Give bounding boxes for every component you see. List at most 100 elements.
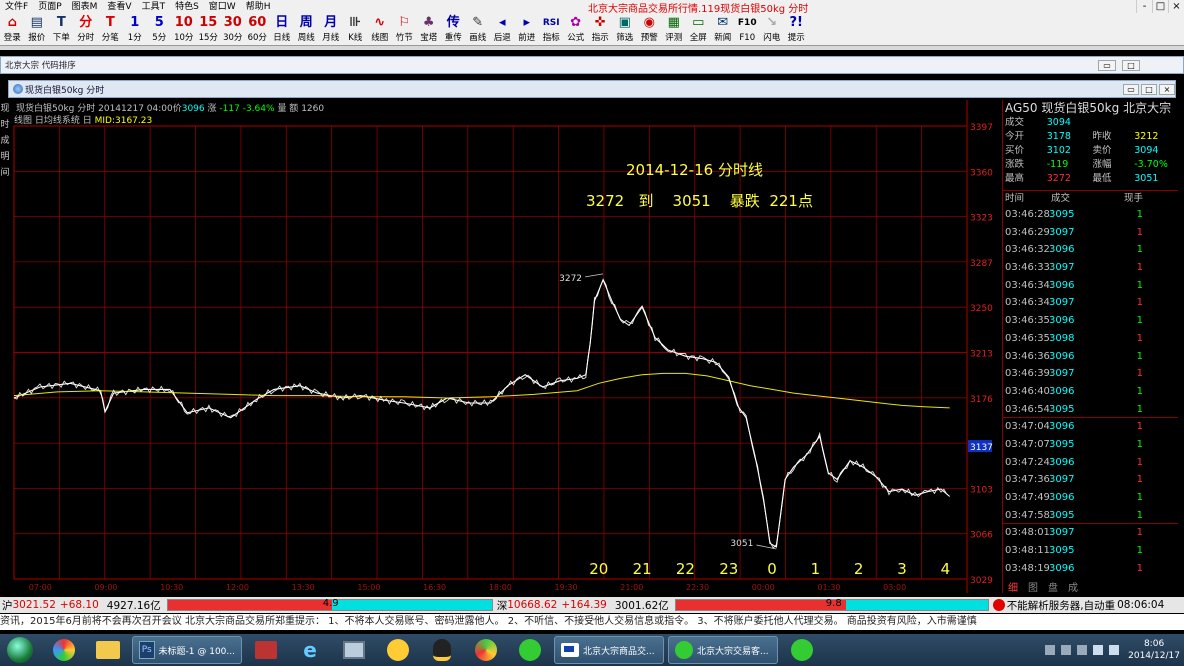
menu-view[interactable]: 查看V (102, 0, 136, 14)
menu-help[interactable]: 帮助H (241, 0, 276, 14)
toolbar-button-9[interactable]: 30 30分 (221, 14, 246, 46)
menu-tools[interactable]: 工具T (137, 0, 171, 14)
close-button[interactable]: × (1168, 0, 1184, 13)
inner-minimize-button[interactable]: ▭ (1123, 84, 1139, 95)
tick-row[interactable]: 03:47:24 3096 1 (1003, 454, 1178, 472)
toolbar-button-19[interactable]: ✎ 画线 (466, 14, 491, 46)
clock[interactable]: 8:06 2014/12/17 (1128, 638, 1180, 662)
toolbar-button-26[interactable]: ◉ 预警 (637, 14, 662, 46)
taskbar-app-video[interactable] (246, 636, 286, 664)
maximize-button[interactable]: □ (1152, 0, 1168, 13)
taskbar-app-ftp[interactable] (378, 636, 418, 664)
tick-row[interactable]: 03:47:04 3096 1 (1003, 418, 1178, 436)
tick-row[interactable]: 03:47:49 3096 1 (1003, 489, 1178, 507)
menu-special[interactable]: 特色S (170, 0, 204, 14)
toolbar-button-8[interactable]: 15 15分 (196, 14, 221, 46)
taskbar-app-green[interactable] (510, 636, 550, 664)
menu-chart[interactable]: 图表M (67, 0, 103, 14)
taskbar-window-bjdz[interactable]: 北京大宗商品交... (554, 636, 664, 664)
toolbar-button-30[interactable]: F10 F10 (735, 14, 760, 46)
tick-row[interactable]: 03:46:39 3097 1 (1003, 365, 1178, 383)
taskbar-app-360[interactable] (466, 636, 506, 664)
menu-window[interactable]: 窗口W (204, 0, 241, 14)
toolbar-button-1[interactable]: ▤ 报价 (25, 14, 50, 46)
toolbar-button-23[interactable]: ✿ 公式 (564, 14, 589, 46)
tray-icon[interactable] (1045, 645, 1056, 655)
left-tab[interactable]: 明 (0, 150, 10, 164)
tab-chart[interactable]: 图 (1023, 579, 1043, 594)
taskbar-app-colorful[interactable] (44, 636, 84, 664)
toolbar-button-28[interactable]: ▭ 全屏 (686, 14, 711, 46)
tick-row[interactable]: 03:46:34 3096 1 (1003, 277, 1178, 295)
toolbar-button-17[interactable]: ♣ 宝塔 (417, 14, 442, 46)
toolbar-button-10[interactable]: 60 60分 (245, 14, 270, 46)
minimize-button[interactable]: - (1136, 0, 1152, 13)
tick-row[interactable]: 03:47:58 3095 1 (1003, 507, 1178, 525)
tick-row[interactable]: 03:46:54 3095 1 (1003, 401, 1178, 419)
tick-row[interactable]: 03:48:11 3095 1 (1003, 542, 1178, 560)
left-tab[interactable]: 时 (0, 118, 10, 132)
menu-page[interactable]: 页面P (33, 0, 66, 14)
tick-row[interactable]: 03:46:40 3096 1 (1003, 383, 1178, 401)
toolbar-button-11[interactable]: 日日线 (270, 14, 295, 46)
outer-restore-button[interactable]: □ (1122, 60, 1140, 71)
toolbar-button-32[interactable]: ?! 提示 (784, 14, 809, 46)
tick-row[interactable]: 03:46:35 3096 1 (1003, 312, 1178, 330)
toolbar-button-6[interactable]: 5 5分 (147, 14, 172, 46)
intraday-chart[interactable]: 3397336033233287325032133176313931033066… (12, 100, 1002, 593)
speaker-icon[interactable] (1093, 645, 1104, 655)
tick-row[interactable]: 03:47:07 3095 1 (1003, 436, 1178, 454)
toolbar-button-5[interactable]: 1 1分 (123, 14, 148, 46)
taskbar-window-client[interactable]: 北京大宗交易客... (668, 636, 778, 664)
toolbar-button-31[interactable]: ↘ 闪电 (760, 14, 785, 46)
toolbar-button-16[interactable]: ⚐ 竹节 (392, 14, 417, 46)
left-tab[interactable]: 成 (0, 134, 10, 148)
menu-file[interactable]: 文件F (0, 0, 33, 14)
toolbar-button-12[interactable]: 周周线 (294, 14, 319, 46)
toolbar-button-3[interactable]: 分分时 (74, 14, 99, 46)
tray-icon[interactable] (1061, 645, 1072, 655)
toolbar-button-18[interactable]: 传重传 (441, 14, 466, 46)
tick-row[interactable]: 03:46:36 3096 1 (1003, 348, 1178, 366)
taskbar-window-photoshop[interactable]: Ps 未标题-1 @ 100... (132, 636, 242, 664)
taskbar-app-green2[interactable] (782, 636, 822, 664)
toolbar-button-2[interactable]: T 下单 (49, 14, 74, 46)
intraday-chart-area[interactable]: 3397336033233287325032133176313931033066… (12, 100, 1002, 593)
toolbar-button-29[interactable]: ✉ 新闻 (711, 14, 736, 46)
tick-list[interactable]: 03:46:28 3095 1 03:46:29 3097 1 03:46:32 3096 1 0… (1003, 206, 1178, 577)
toolbar-button-27[interactable]: ▦ 评测 (662, 14, 687, 46)
toolbar-button-20[interactable]: ◂ 后退 (490, 14, 515, 46)
toolbar-button-4[interactable]: T 分笔 (98, 14, 123, 46)
toolbar-button-7[interactable]: 10 10分 (172, 14, 197, 46)
toolbar-button-21[interactable]: ▸ 前进 (515, 14, 540, 46)
taskbar-app-explorer[interactable] (88, 636, 128, 664)
tab-detail[interactable]: 细 (1003, 579, 1023, 594)
tab-depth[interactable]: 盘 (1043, 579, 1063, 594)
taskbar-app-ie[interactable]: e (290, 636, 330, 664)
tray-icon[interactable] (1077, 645, 1088, 655)
taskbar-app-qq[interactable] (422, 636, 462, 664)
tick-row[interactable]: 03:47:36 3097 1 (1003, 471, 1178, 489)
toolbar-button-15[interactable]: ∿ 线图 (368, 14, 393, 46)
taskbar-app-monitor[interactable] (334, 636, 374, 664)
tick-row[interactable]: 03:46:29 3097 1 (1003, 224, 1178, 242)
tick-row[interactable]: 03:46:34 3097 1 (1003, 294, 1178, 312)
outer-minimize-button[interactable]: ▭ (1098, 60, 1116, 71)
left-tab[interactable]: 间 (0, 166, 10, 180)
tick-row[interactable]: 03:46:32 3096 1 (1003, 241, 1178, 259)
inner-restore-button[interactable]: □ (1141, 84, 1157, 95)
left-tab[interactable]: 现 (0, 102, 10, 116)
price-line[interactable] (13, 278, 951, 548)
toolbar-button-0[interactable]: ⌂ 登录 (0, 14, 25, 46)
tab-trades[interactable]: 成 (1063, 579, 1083, 594)
toolbar-button-13[interactable]: 月月线 (319, 14, 344, 46)
tick-row[interactable]: 03:46:28 3095 1 (1003, 206, 1178, 224)
tick-row[interactable]: 03:48:01 3097 1 (1003, 524, 1178, 542)
inner-close-button[interactable]: × (1159, 84, 1175, 95)
toolbar-button-25[interactable]: ▣ 筛选 (613, 14, 638, 46)
tick-row[interactable]: 03:46:33 3097 1 (1003, 259, 1178, 277)
toolbar-button-14[interactable]: ⊪ K线 (343, 14, 368, 46)
toolbar-button-22[interactable]: RSI 指标 (539, 14, 564, 46)
tick-row[interactable]: 03:46:35 3098 1 (1003, 330, 1178, 348)
toolbar-button-24[interactable]: ✜ 指示 (588, 14, 613, 46)
